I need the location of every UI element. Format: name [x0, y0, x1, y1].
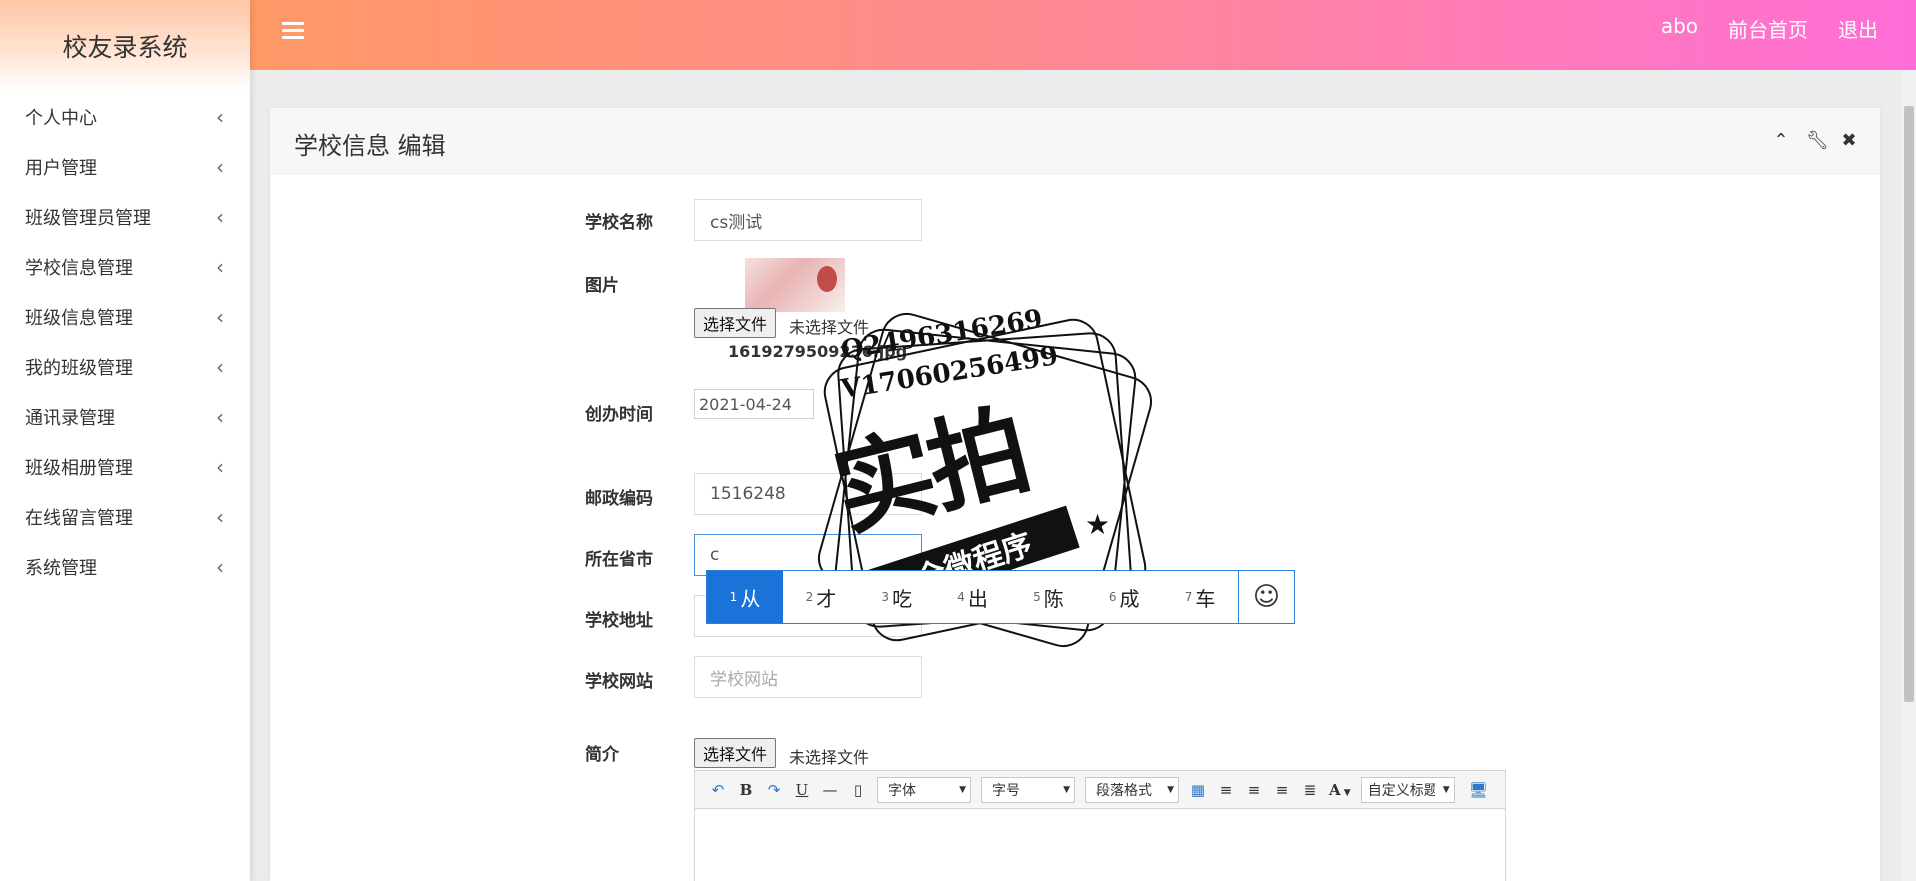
- chevron-left-icon: ‹: [216, 155, 224, 179]
- custom-title-select[interactable]: 自定义标题 ▼: [1360, 776, 1455, 803]
- chevron-left-icon: ‹: [216, 405, 224, 429]
- ime-candidate-bar: 1从 2才 3吃 4出 5陈 6成 7车 ☺: [706, 570, 1295, 624]
- image-file-status: 未选择文件: [789, 318, 870, 337]
- sidebar-item-school-info-management[interactable]: 学校信息管理 ‹: [0, 242, 250, 292]
- postcode-label: 邮政编码: [585, 489, 653, 509]
- editor-toolbar: ↶ B ↷ U — ▯ 字体 ▼ 字号 ▼ 段落格式 ▼ ▦ ≡ ≡ ≡ ≣ A ▼ …: [695, 771, 1505, 809]
- chevron-left-icon: ‹: [216, 105, 224, 129]
- undo-icon[interactable]: ↶: [709, 781, 727, 799]
- website-input[interactable]: 学校网站: [694, 656, 922, 698]
- sidebar-item-system-management[interactable]: 系统管理 ‹: [0, 542, 250, 592]
- app-title: 校友录系统: [0, 0, 250, 92]
- ime-candidate-3[interactable]: 3吃: [859, 571, 935, 623]
- chevron-left-icon: ‹: [216, 205, 224, 229]
- sidebar-item-user-management[interactable]: 用户管理 ‹: [0, 142, 250, 192]
- close-icon[interactable]: ✖: [1840, 130, 1858, 151]
- sidebar-item-personal-center[interactable]: 个人中心 ‹: [0, 92, 250, 142]
- user-name-link[interactable]: abo: [1661, 14, 1698, 43]
- dropdown-arrow-icon: ▼: [1063, 784, 1070, 795]
- align-right-icon[interactable]: ≡: [1245, 781, 1263, 799]
- chevron-left-icon: ‹: [216, 255, 224, 279]
- intro-choose-file-button[interactable]: 选择文件: [694, 738, 777, 768]
- dropdown-arrow-icon: ▼: [1167, 784, 1174, 795]
- chevron-left-icon: ‹: [216, 355, 224, 379]
- founded-date-input[interactable]: 2021-04-24: [694, 389, 814, 419]
- panel-tools: ⌃ 🔧︎ ✖: [1772, 130, 1858, 151]
- sidebar-item-message-management[interactable]: 在线留言管理 ‹: [0, 492, 250, 542]
- frontend-home-link[interactable]: 前台首页: [1728, 14, 1808, 43]
- bold-icon[interactable]: B: [737, 781, 755, 799]
- ime-candidate-6[interactable]: 6成: [1086, 571, 1162, 623]
- dropdown-arrow-icon: ▼: [959, 784, 966, 795]
- align-center-icon[interactable]: ≡: [1273, 781, 1291, 799]
- panel-title: 学校信息 编辑: [294, 132, 446, 160]
- font-size-select[interactable]: 字号 ▼: [981, 776, 1075, 803]
- ime-emoji-icon[interactable]: ☺: [1237, 571, 1294, 623]
- province-label: 所在省市: [585, 550, 653, 570]
- align-left-icon[interactable]: ≡: [1217, 781, 1235, 799]
- sidebar: 校友录系统 个人中心 ‹ 用户管理 ‹ 班级管理员管理 ‹ 学校信息管理 ‹ 班级信息管…: [0, 0, 250, 881]
- font-color-button[interactable]: A ▼: [1329, 781, 1351, 799]
- dropdown-arrow-icon: ▼: [1442, 784, 1450, 795]
- logout-link[interactable]: 退出: [1838, 14, 1878, 43]
- menu-toggle-icon[interactable]: [282, 22, 304, 42]
- panel-header: 学校信息 编辑 ⌃ 🔧︎ ✖: [270, 108, 1880, 174]
- chevron-left-icon: ‹: [216, 505, 224, 529]
- ime-candidate-7[interactable]: 7车: [1162, 571, 1238, 623]
- preview-icon[interactable]: 🖥︎: [1469, 781, 1488, 799]
- ime-candidate-1[interactable]: 1从: [707, 571, 783, 623]
- page-scrollbar[interactable]: [1902, 70, 1916, 881]
- top-header: abo 前台首页 退出: [250, 0, 1916, 70]
- document-icon[interactable]: ▯: [849, 781, 867, 799]
- postcode-input[interactable]: 1516248: [694, 473, 922, 515]
- chevron-left-icon: ‹: [216, 555, 224, 579]
- chevron-left-icon: ‹: [216, 305, 224, 329]
- intro-label: 简介: [585, 745, 619, 765]
- rich-text-editor: ↶ B ↷ U — ▯ 字体 ▼ 字号 ▼ 段落格式 ▼ ▦ ≡ ≡ ≡ ≣ A ▼ …: [694, 770, 1506, 881]
- sidebar-item-class-album-management[interactable]: 班级相册管理 ‹: [0, 442, 250, 492]
- edit-panel: 学校信息 编辑 ⌃ 🔧︎ ✖: [270, 108, 1880, 881]
- sidebar-item-contacts-management[interactable]: 通讯录管理 ‹: [0, 392, 250, 442]
- website-label: 学校网站: [585, 672, 653, 692]
- table-icon[interactable]: ▦: [1189, 781, 1207, 799]
- school-name-label: 学校名称: [585, 213, 653, 233]
- wrench-icon[interactable]: 🔧︎: [1806, 130, 1829, 151]
- header-links: abo 前台首页 退出: [1661, 14, 1878, 43]
- school-name-input[interactable]: cs测试: [694, 199, 922, 241]
- redo-icon[interactable]: ↷: [765, 781, 783, 799]
- founded-date-label: 创办时间: [585, 405, 653, 425]
- collapse-icon[interactable]: ⌃: [1772, 130, 1790, 151]
- font-family-select[interactable]: 字体 ▼: [877, 776, 971, 803]
- align-justify-icon[interactable]: ≣: [1301, 781, 1319, 799]
- underline-icon[interactable]: U: [793, 781, 811, 799]
- scrollbar-thumb[interactable]: [1904, 106, 1914, 702]
- image-label: 图片: [585, 276, 619, 296]
- sidebar-item-class-info-management[interactable]: 班级信息管理 ‹: [0, 292, 250, 342]
- chevron-left-icon: ‹: [216, 455, 224, 479]
- ime-candidate-2[interactable]: 2才: [783, 571, 859, 623]
- paragraph-format-select[interactable]: 段落格式 ▼: [1085, 776, 1179, 803]
- image-thumbnail: [745, 258, 845, 312]
- horizontal-rule-icon[interactable]: —: [821, 781, 839, 799]
- image-choose-file-button[interactable]: 选择文件: [694, 308, 777, 338]
- address-label: 学校地址: [585, 611, 653, 631]
- ime-candidate-5[interactable]: 5陈: [1010, 571, 1086, 623]
- image-file-name: 1619279509236.jpg: [728, 342, 908, 361]
- ime-candidate-4[interactable]: 4出: [935, 571, 1011, 623]
- intro-file-status: 未选择文件: [789, 748, 870, 767]
- sidebar-item-class-admin-management[interactable]: 班级管理员管理 ‹: [0, 192, 250, 242]
- sidebar-item-my-class-management[interactable]: 我的班级管理 ‹: [0, 342, 250, 392]
- sidebar-menu: 个人中心 ‹ 用户管理 ‹ 班级管理员管理 ‹ 学校信息管理 ‹ 班级信息管理 ‹ 我的班…: [0, 92, 250, 592]
